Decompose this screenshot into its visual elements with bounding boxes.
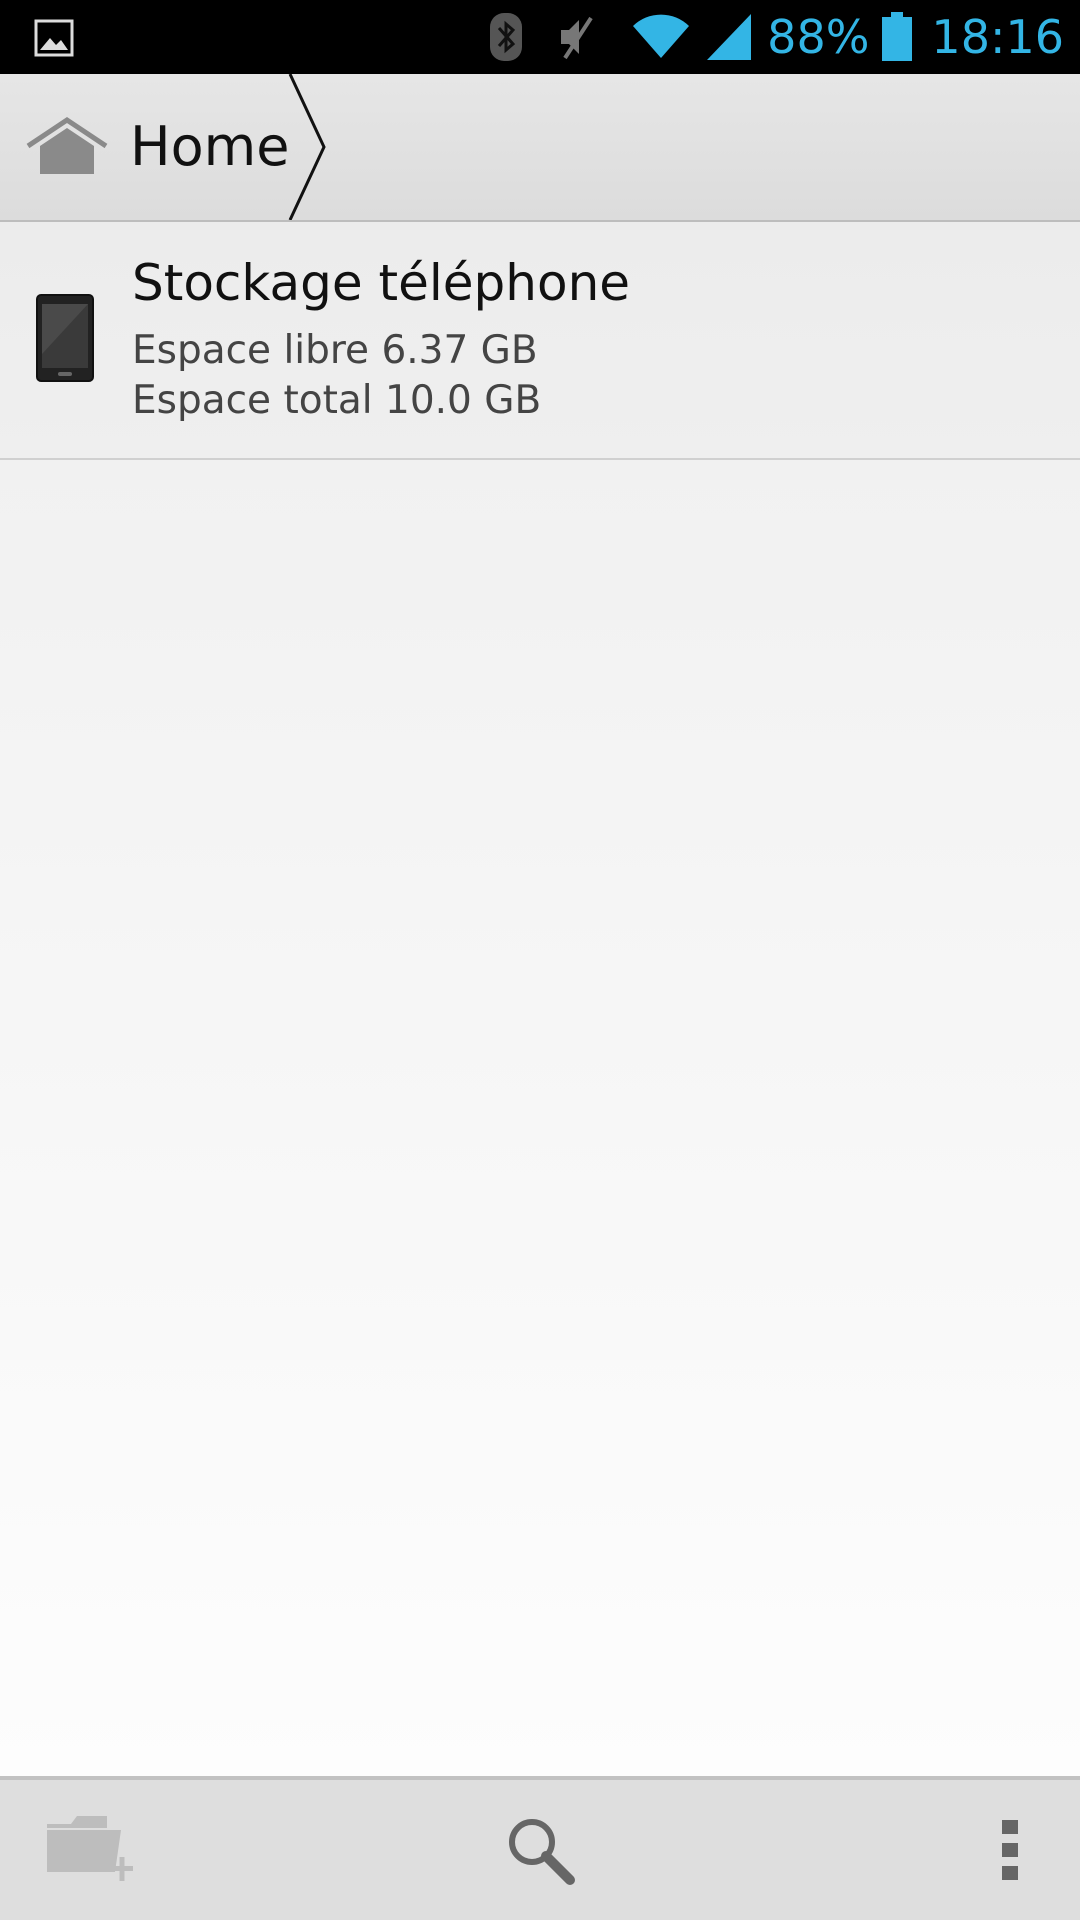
- empty-content-area: [0, 460, 1080, 1776]
- signal-icon: [705, 0, 753, 74]
- mute-icon: [557, 0, 597, 74]
- new-folder-icon: [45, 1810, 135, 1894]
- search-icon: [504, 1814, 576, 1890]
- overflow-menu-icon: [1000, 1818, 1020, 1886]
- storage-total-space: Espace total 10.0 GB: [132, 378, 542, 423]
- storage-title: Stockage téléphone: [132, 254, 631, 312]
- clock: 18:16: [931, 10, 1064, 64]
- battery-percent: 88%: [767, 10, 870, 64]
- search-button[interactable]: [480, 1780, 600, 1920]
- bluetooth-icon: [489, 0, 523, 74]
- phone-icon: [36, 294, 94, 382]
- new-folder-button[interactable]: [30, 1780, 150, 1920]
- breadcrumb-separator-icon: [282, 73, 328, 221]
- battery-icon: [881, 0, 913, 74]
- home-icon[interactable]: [26, 116, 108, 178]
- list-item-phone-storage[interactable]: Stockage téléphone Espace libre 6.37 GB …: [0, 222, 1080, 460]
- storage-free-space: Espace libre 6.37 GB: [132, 328, 538, 373]
- image-notification-icon: [34, 18, 74, 58]
- breadcrumb: Home: [0, 73, 1080, 222]
- overflow-menu-button[interactable]: [960, 1780, 1060, 1920]
- status-bar: 88% 18:16: [0, 0, 1080, 74]
- breadcrumb-home-label[interactable]: Home: [130, 114, 289, 180]
- storage-list: Stockage téléphone Espace libre 6.37 GB …: [0, 222, 1080, 460]
- wifi-icon: [631, 0, 691, 74]
- bottom-action-bar: [0, 1776, 1080, 1920]
